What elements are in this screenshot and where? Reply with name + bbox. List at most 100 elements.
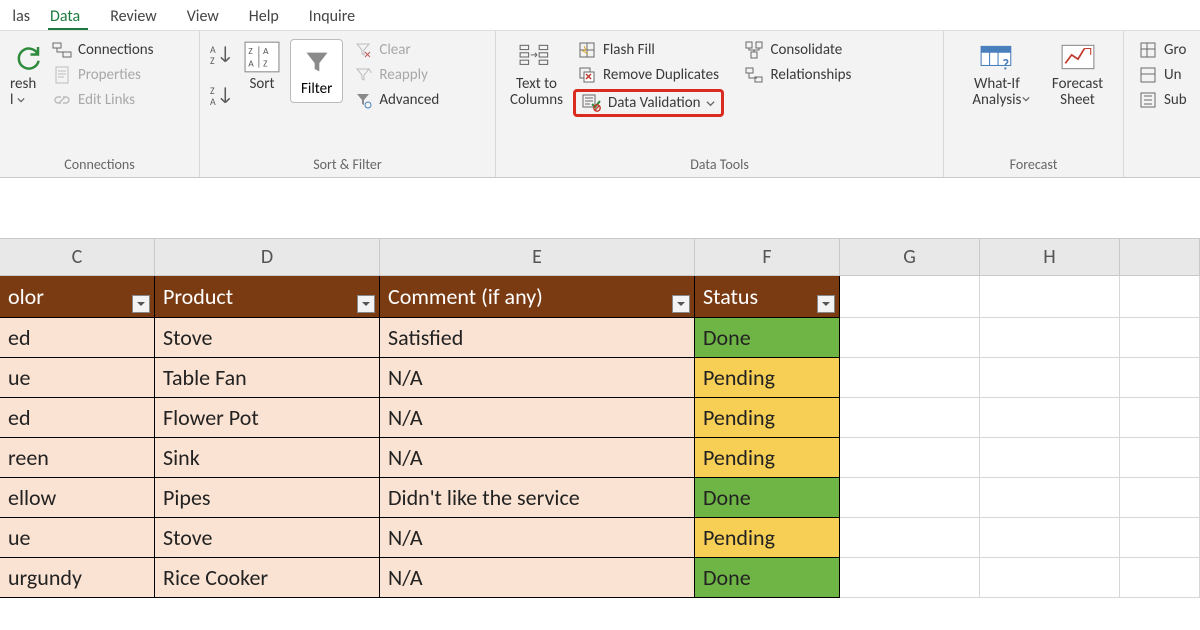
- cell-comment[interactable]: Didn't like the service: [380, 478, 695, 517]
- cell-product[interactable]: Rice Cooker: [155, 558, 380, 597]
- header-status[interactable]: Status: [695, 276, 840, 317]
- data-table: olor Product Comment (if any) Status edS…: [0, 276, 840, 598]
- cell-product[interactable]: Stove: [155, 518, 380, 557]
- cell-status[interactable]: Pending: [695, 438, 840, 477]
- filter-dropdown-comment[interactable]: [672, 295, 690, 313]
- refresh-all-button[interactable]: resh l: [10, 37, 42, 111]
- text-to-columns-button[interactable]: Text to Columns: [506, 37, 567, 111]
- advanced-button[interactable]: Advanced: [349, 89, 443, 111]
- flash-fill-button[interactable]: Flash Fill: [573, 39, 725, 61]
- cell-comment[interactable]: N/A: [380, 358, 695, 397]
- properties-button[interactable]: Properties: [48, 64, 158, 86]
- cell-comment[interactable]: N/A: [380, 518, 695, 557]
- cell[interactable]: [980, 358, 1120, 397]
- cell[interactable]: [840, 518, 980, 557]
- clear-button[interactable]: Clear: [349, 39, 443, 61]
- consolidate-label: Consolidate: [770, 41, 842, 59]
- cell-product[interactable]: Pipes: [155, 478, 380, 517]
- cell[interactable]: [840, 318, 980, 357]
- cell[interactable]: [1120, 478, 1200, 517]
- cell[interactable]: [980, 276, 1120, 317]
- cell[interactable]: [980, 558, 1120, 597]
- cell[interactable]: [1120, 398, 1200, 437]
- col-header-blank[interactable]: [1120, 239, 1200, 275]
- cell-product[interactable]: Sink: [155, 438, 380, 477]
- cell[interactable]: [980, 478, 1120, 517]
- cell[interactable]: [980, 398, 1120, 437]
- col-header-h[interactable]: H: [980, 239, 1120, 275]
- filter-button[interactable]: Filter: [290, 39, 343, 103]
- sort-button[interactable]: ZAAZ Sort: [240, 37, 284, 95]
- group-label-connections: Connections: [10, 154, 189, 177]
- cell-color[interactable]: urgundy: [0, 558, 155, 597]
- tab-inquire[interactable]: Inquire: [301, 3, 377, 30]
- col-header-e[interactable]: E: [380, 239, 695, 275]
- cell-status[interactable]: Pending: [695, 398, 840, 437]
- cell[interactable]: [840, 438, 980, 477]
- cell[interactable]: [1120, 558, 1200, 597]
- cell[interactable]: [1120, 438, 1200, 477]
- filter-dropdown-product[interactable]: [357, 295, 375, 313]
- cell[interactable]: [980, 438, 1120, 477]
- col-header-f[interactable]: F: [695, 239, 840, 275]
- cell[interactable]: [1120, 358, 1200, 397]
- col-header-d[interactable]: D: [155, 239, 380, 275]
- cell-comment[interactable]: N/A: [380, 438, 695, 477]
- cell-status[interactable]: Pending: [695, 518, 840, 557]
- cell[interactable]: [1120, 318, 1200, 357]
- cell-color[interactable]: ed: [0, 318, 155, 357]
- cell[interactable]: [1120, 518, 1200, 557]
- col-header-g[interactable]: G: [840, 239, 980, 275]
- tab-data[interactable]: Data: [42, 3, 102, 30]
- cell-product[interactable]: Flower Pot: [155, 398, 380, 437]
- cell-status[interactable]: Done: [695, 318, 840, 357]
- sort-desc-button[interactable]: ZA: [210, 84, 234, 111]
- cell[interactable]: [980, 318, 1120, 357]
- header-color-label: olor: [8, 283, 44, 310]
- filter-dropdown-status[interactable]: [817, 295, 835, 313]
- consolidate-button[interactable]: Consolidate: [740, 39, 855, 61]
- reapply-button[interactable]: Reapply: [349, 64, 443, 86]
- cell-status[interactable]: Done: [695, 478, 840, 517]
- cell-status[interactable]: Pending: [695, 358, 840, 397]
- ungroup-button[interactable]: Un: [1134, 64, 1191, 86]
- cell[interactable]: [840, 358, 980, 397]
- cell-product[interactable]: Stove: [155, 318, 380, 357]
- filter-dropdown-color[interactable]: [132, 295, 150, 313]
- relationships-button[interactable]: Relationships: [740, 64, 855, 86]
- cell[interactable]: [980, 518, 1120, 557]
- cell-color[interactable]: ed: [0, 398, 155, 437]
- cell[interactable]: [840, 478, 980, 517]
- sort-asc-button[interactable]: AZ: [210, 43, 234, 70]
- cell-comment[interactable]: N/A: [380, 398, 695, 437]
- cell-color[interactable]: ue: [0, 358, 155, 397]
- cell-status[interactable]: Done: [695, 558, 840, 597]
- cell[interactable]: [1120, 276, 1200, 317]
- cell-product[interactable]: Table Fan: [155, 358, 380, 397]
- col-header-c[interactable]: C: [0, 239, 155, 275]
- cell-color[interactable]: ellow: [0, 478, 155, 517]
- cell-color[interactable]: ue: [0, 518, 155, 557]
- header-product[interactable]: Product: [155, 276, 380, 317]
- tab-review[interactable]: Review: [102, 3, 179, 30]
- group-button[interactable]: Gro: [1134, 39, 1191, 61]
- cell[interactable]: [840, 398, 980, 437]
- tab-formulas-partial[interactable]: las: [0, 3, 42, 30]
- header-color[interactable]: olor: [0, 276, 155, 317]
- remove-duplicates-button[interactable]: Remove Duplicates: [573, 64, 725, 86]
- tab-view[interactable]: View: [179, 3, 241, 30]
- cell[interactable]: [840, 276, 980, 317]
- connections-button[interactable]: Connections: [48, 39, 158, 61]
- cell[interactable]: [840, 558, 980, 597]
- subtotal-button[interactable]: Sub: [1134, 89, 1191, 111]
- cell-comment[interactable]: Satisfied: [380, 318, 695, 357]
- data-validation-button[interactable]: Data Validation: [580, 94, 718, 112]
- cell-comment[interactable]: N/A: [380, 558, 695, 597]
- tab-help[interactable]: Help: [241, 3, 301, 30]
- table-row: edFlower PotN/APending: [0, 398, 840, 438]
- cell-color[interactable]: reen: [0, 438, 155, 477]
- forecast-sheet-button[interactable]: Forecast Sheet: [1048, 37, 1107, 111]
- header-comment[interactable]: Comment (if any): [380, 276, 695, 317]
- whatif-analysis-button[interactable]: ? What-If Analysis: [960, 37, 1034, 105]
- edit-links-button[interactable]: Edit Links: [48, 89, 158, 111]
